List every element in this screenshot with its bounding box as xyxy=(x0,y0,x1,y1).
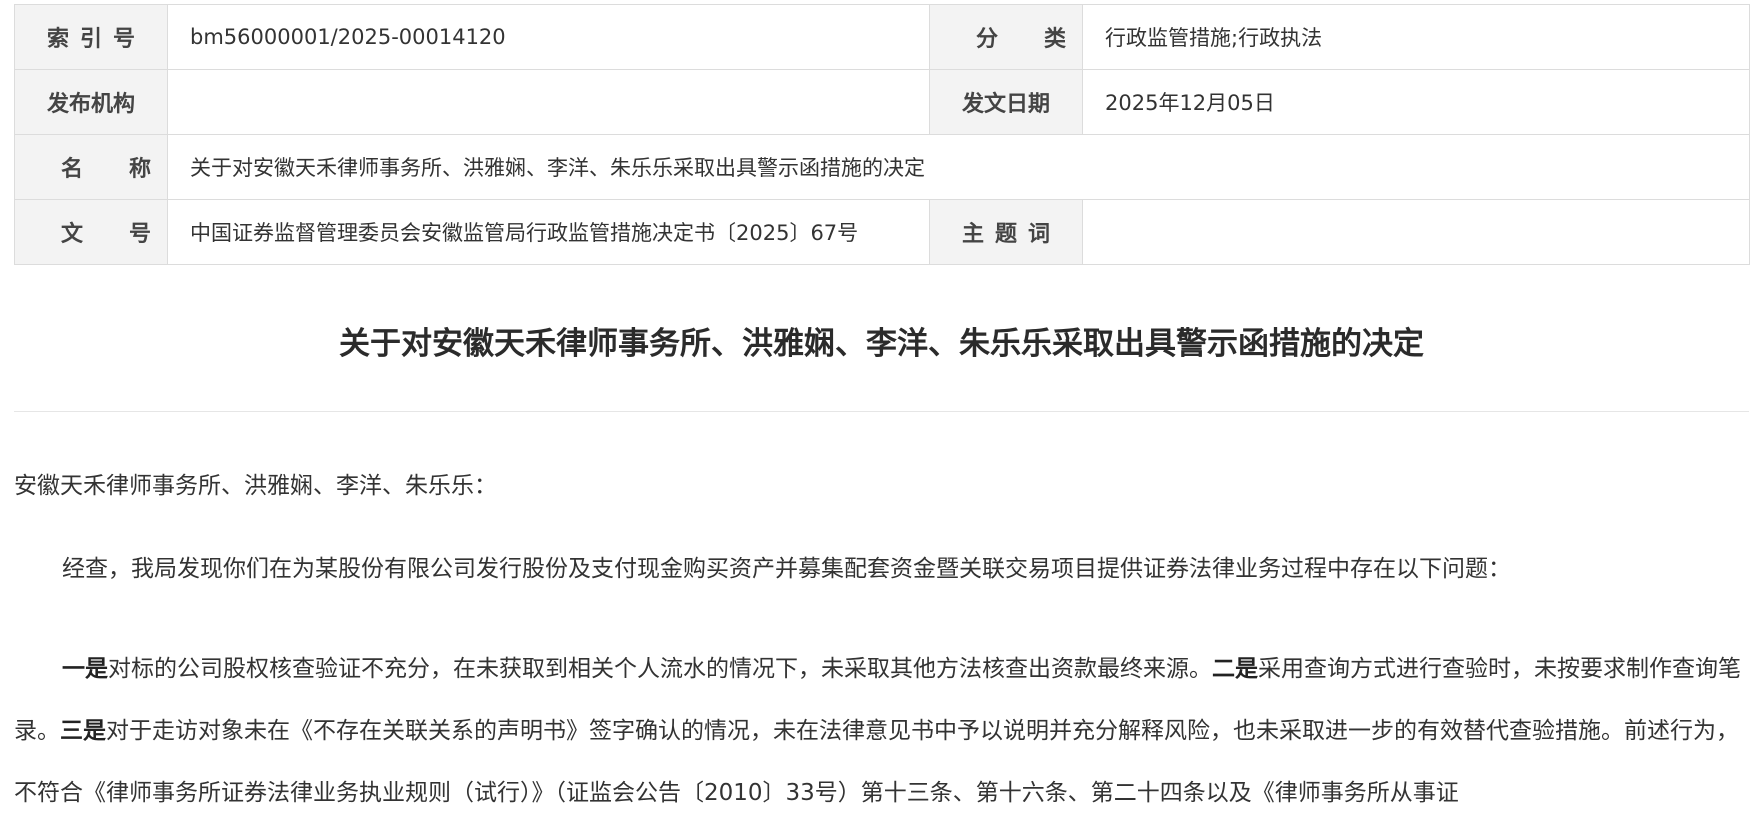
date-label: 发文日期 xyxy=(929,69,1083,135)
subject-label: 主题词 xyxy=(929,199,1083,265)
finding-text-3: 对于走访对象未在《不存在关联关系的声明书》签字确认的情况，未在法律意见书中予以说… xyxy=(14,718,1739,806)
metadata-table: 索引号 bm56000001/2025-00014120 分类 行政监管措施;行… xyxy=(14,4,1750,265)
metadata-row-name: 名称 关于对安徽天禾律师事务所、洪雅娴、李洋、朱乐乐采取出具警示函措施的决定 xyxy=(14,134,1750,200)
subject-value xyxy=(1082,199,1750,265)
document-body: 安徽天禾律师事务所、洪雅娴、李洋、朱乐乐： 经查，我局发现你们在为某股份有限公司… xyxy=(14,466,1749,816)
category-value: 行政监管措施;行政执法 xyxy=(1082,4,1750,70)
document-page: 索引号 bm56000001/2025-00014120 分类 行政监管措施;行… xyxy=(0,0,1762,816)
metadata-row-docno: 文号 中国证券监督管理委员会安徽监管局行政监管措施决定书〔2025〕67号 主题… xyxy=(14,199,1750,265)
index-value: bm56000001/2025-00014120 xyxy=(167,4,930,70)
finding-lead-1: 一是 xyxy=(62,656,108,682)
name-value: 关于对安徽天禾律师事务所、洪雅娴、李洋、朱乐乐采取出具警示函措施的决定 xyxy=(167,134,1750,200)
name-label: 名称 xyxy=(14,134,168,200)
category-label: 分类 xyxy=(929,4,1083,70)
docno-label: 文号 xyxy=(14,199,168,265)
docno-value: 中国证券监督管理委员会安徽监管局行政监管措施决定书〔2025〕67号 xyxy=(167,199,930,265)
issuer-value xyxy=(167,69,930,135)
finding-text-1: 对标的公司股权核查验证不充分，在未获取到相关个人流水的情况下，未采取其他方法核查… xyxy=(108,656,1212,682)
finding-lead-3: 三是 xyxy=(60,718,106,744)
metadata-row-issuer: 发布机构 发文日期 2025年12月05日 xyxy=(14,69,1750,135)
paragraph-findings: 一是对标的公司股权核查验证不充分，在未获取到相关个人流水的情况下，未采取其他方法… xyxy=(14,638,1749,816)
metadata-row-index: 索引号 bm56000001/2025-00014120 分类 行政监管措施;行… xyxy=(14,4,1750,70)
finding-lead-2: 二是 xyxy=(1212,656,1258,682)
addressee: 安徽天禾律师事务所、洪雅娴、李洋、朱乐乐： xyxy=(14,473,497,499)
paragraph-findings-intro: 经查，我局发现你们在为某股份有限公司发行股份及支付现金购买资产并募集配套资金暨关… xyxy=(62,556,1511,582)
title-divider xyxy=(14,411,1749,412)
document-title: 关于对安徽天禾律师事务所、洪雅娴、李洋、朱乐乐采取出具警示函措施的决定 xyxy=(339,326,1424,362)
issuer-label: 发布机构 xyxy=(14,69,168,135)
index-label: 索引号 xyxy=(14,4,168,70)
date-value: 2025年12月05日 xyxy=(1082,69,1750,135)
